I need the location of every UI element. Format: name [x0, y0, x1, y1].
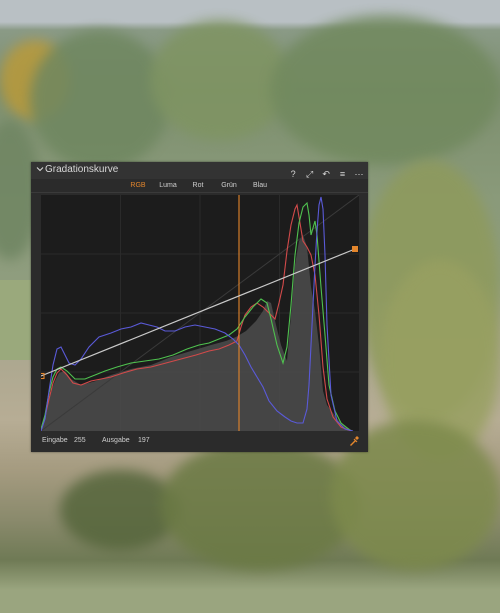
luma-histogram-fill [41, 235, 353, 431]
tab-rot[interactable]: Rot [186, 181, 210, 192]
output-label: Ausgabe [102, 437, 130, 444]
tab-blau[interactable]: Blau [248, 181, 272, 192]
header-icons: ? ⤢ ↶ ≡ ⋯ [286, 164, 364, 179]
panel-header: Gradationskurve ? ⤢ ↶ ≡ ⋯ [31, 162, 368, 179]
tab-luma[interactable]: Luma [155, 181, 181, 192]
more-icon[interactable]: ⋯ [354, 168, 364, 180]
color-picker-icon[interactable] [348, 435, 360, 447]
tab-divider [31, 192, 368, 193]
curve-point-white[interactable] [352, 246, 358, 252]
reset-icon[interactable]: ↶ [321, 168, 331, 180]
chevron-down-icon[interactable] [36, 165, 44, 173]
curve-editor[interactable] [41, 195, 359, 431]
histogram-curve-graph[interactable] [41, 195, 359, 431]
panel-title: Gradationskurve [45, 164, 119, 175]
tab-gruen[interactable]: Grün [217, 181, 241, 192]
panel-footer: Eingabe 255 Ausgabe 197 [31, 434, 368, 450]
help-icon[interactable]: ? [288, 168, 298, 180]
menu-icon[interactable]: ≡ [338, 168, 348, 180]
output-value: 197 [138, 437, 150, 444]
auto-icon[interactable]: ⤢ [305, 168, 315, 180]
input-value: 255 [74, 437, 86, 444]
curves-panel: Gradationskurve ? ⤢ ↶ ≡ ⋯ RGB Luma Rot G… [31, 162, 368, 452]
input-label: Eingabe [42, 437, 68, 444]
